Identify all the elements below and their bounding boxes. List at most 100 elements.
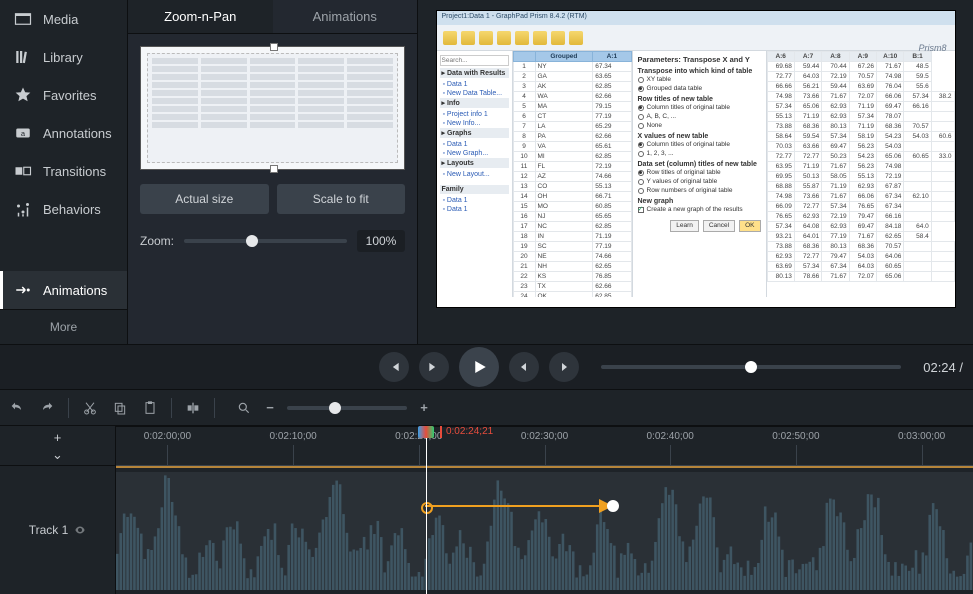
track-header[interactable]: Track 1 bbox=[0, 465, 115, 594]
tab-animations[interactable]: Animations bbox=[273, 0, 418, 33]
clip-track-1[interactable] bbox=[116, 472, 973, 590]
table-row[interactable]: 93.2164.0177.1971.6762.6558.4 bbox=[767, 232, 954, 242]
actual-size-button[interactable]: Actual size bbox=[140, 184, 269, 214]
back-button[interactable] bbox=[509, 352, 539, 382]
table-row[interactable]: 57.3465.0662.9371.1969.4766.16 bbox=[767, 102, 954, 112]
nav-section-header[interactable]: ▸ Graphs bbox=[440, 128, 509, 138]
learn-button[interactable]: Learn bbox=[670, 220, 699, 232]
table-row[interactable]: 57.3464.0862.9369.4784.1864.0 bbox=[767, 222, 954, 232]
radio-icon[interactable] bbox=[638, 142, 644, 148]
table-row[interactable]: 6CT77.19 bbox=[513, 112, 631, 122]
add-track-button[interactable]: + bbox=[0, 426, 115, 447]
table-row[interactable]: 3AK62.85 bbox=[513, 82, 631, 92]
prev-frame-button[interactable] bbox=[379, 352, 409, 382]
table-row[interactable]: 16NJ65.65 bbox=[513, 212, 631, 222]
radio-option[interactable]: Y values of original table bbox=[638, 177, 761, 186]
play-button[interactable] bbox=[459, 347, 499, 387]
radio-option[interactable]: None bbox=[638, 121, 761, 130]
sidebar-more[interactable]: More bbox=[0, 309, 127, 344]
scale-to-fit-button[interactable]: Scale to fit bbox=[277, 184, 406, 214]
timeline-area[interactable]: 0:02:24;21 0:02:00;000:02:10;000:02:20;0… bbox=[116, 426, 973, 594]
zoom-in-button[interactable]: + bbox=[415, 399, 433, 417]
nav-item[interactable]: ▫ New Info... bbox=[440, 119, 509, 128]
cancel-button[interactable]: Cancel bbox=[703, 220, 735, 232]
table-row[interactable]: 58.6459.5457.3458.1954.2354.0360.6 bbox=[767, 132, 954, 142]
animation-keyframe-arrow[interactable] bbox=[425, 505, 614, 507]
table-row[interactable]: 23TX62.66 bbox=[513, 282, 631, 292]
sidebar-item-transitions[interactable]: Transitions bbox=[0, 152, 127, 190]
table-row[interactable]: 69.6859.4470.4467.2671.6748.5 bbox=[767, 62, 954, 72]
zoom-value[interactable]: 100% bbox=[357, 230, 405, 252]
zoom-search-icon[interactable] bbox=[235, 399, 253, 417]
table-row[interactable]: 24OK62.85 bbox=[513, 292, 631, 298]
eye-icon[interactable] bbox=[74, 524, 86, 536]
nav-section-header[interactable]: ▸ Info bbox=[440, 98, 509, 108]
radio-option[interactable]: Column titles of original table bbox=[638, 140, 761, 149]
table-row[interactable]: 22KS76.85 bbox=[513, 272, 631, 282]
radio-option[interactable]: 1, 2, 3, ... bbox=[638, 149, 761, 158]
forward-button[interactable] bbox=[549, 352, 579, 382]
next-frame-button[interactable] bbox=[419, 352, 449, 382]
table-row[interactable]: 72.7764.0372.1970.5774.9859.5 bbox=[767, 72, 954, 82]
redo-button[interactable] bbox=[38, 399, 56, 417]
table-row[interactable]: 1NY67.34 bbox=[513, 62, 631, 72]
sidebar-item-animations[interactable]: Animations bbox=[0, 271, 127, 309]
table-row[interactable]: 5MA79.15 bbox=[513, 102, 631, 112]
undo-button[interactable] bbox=[8, 399, 26, 417]
nav-item[interactable]: ▫ New Data Table... bbox=[440, 89, 509, 98]
table-row[interactable]: 19SC77.19 bbox=[513, 242, 631, 252]
zoom-preview[interactable] bbox=[140, 46, 405, 170]
nav-item[interactable]: ▫ Project info 1 bbox=[440, 110, 509, 119]
table-row[interactable]: 17NC62.85 bbox=[513, 222, 631, 232]
table-row[interactable]: 20NE74.66 bbox=[513, 252, 631, 262]
sidebar-item-media[interactable]: Media bbox=[0, 0, 127, 38]
radio-icon[interactable] bbox=[638, 179, 644, 185]
radio-icon[interactable] bbox=[638, 77, 644, 83]
table-row[interactable]: 70.0363.6669.4756.2354.03 bbox=[767, 142, 954, 152]
radio-icon[interactable] bbox=[638, 170, 644, 176]
radio-option[interactable]: Grouped data table bbox=[638, 84, 761, 93]
radio-icon[interactable] bbox=[638, 105, 644, 111]
copy-button[interactable] bbox=[111, 399, 129, 417]
table-row[interactable]: 73.8868.3680.1368.3670.57 bbox=[767, 242, 954, 252]
table-row[interactable]: 2GA63.65 bbox=[513, 72, 631, 82]
nav-item[interactable]: ▫ New Layout... bbox=[440, 170, 509, 179]
radio-option[interactable]: Row numbers of original table bbox=[638, 186, 761, 195]
split-button[interactable] bbox=[184, 399, 202, 417]
table-row[interactable]: 4WA62.66 bbox=[513, 92, 631, 102]
table-row[interactable]: 13CO55.13 bbox=[513, 182, 631, 192]
collapse-track-button[interactable]: ⌄ bbox=[0, 447, 115, 465]
family-item[interactable]: ▫ Data 1 bbox=[440, 205, 509, 214]
table-row[interactable]: 55.1371.1962.9357.3478.07 bbox=[767, 112, 954, 122]
timeline-zoom-thumb[interactable] bbox=[329, 402, 341, 414]
table-row[interactable]: 21NH62.65 bbox=[513, 262, 631, 272]
table-row[interactable]: 11FL72.19 bbox=[513, 162, 631, 172]
nav-item[interactable]: ▫ Data 1 bbox=[440, 140, 509, 149]
table-row[interactable]: 9VA65.61 bbox=[513, 142, 631, 152]
table-row[interactable]: 10MI62.85 bbox=[513, 152, 631, 162]
table-row[interactable]: 72.7772.7750.2354.2365.0660.6533.0 bbox=[767, 152, 954, 162]
table-row[interactable]: 62.9372.7779.4754.0364.06 bbox=[767, 252, 954, 262]
table-row[interactable]: 63.9571.1971.6756.2374.98 bbox=[767, 162, 954, 172]
table-row[interactable]: 12AZ74.66 bbox=[513, 172, 631, 182]
tab-zoom-n-pan[interactable]: Zoom-n-Pan bbox=[128, 0, 273, 33]
table-row[interactable]: 80.1378.6671.6772.0765.06 bbox=[767, 272, 954, 282]
zoom-out-button[interactable]: − bbox=[261, 399, 279, 417]
sidebar-item-annotations[interactable]: a Annotations bbox=[0, 114, 127, 152]
table-row[interactable]: 66.0972.7757.3476.6567.34 bbox=[767, 202, 954, 212]
table-row[interactable]: 69.9550.1358.0555.1372.19 bbox=[767, 172, 954, 182]
radio-option[interactable]: Column titles of original table bbox=[638, 103, 761, 112]
nav-section-header[interactable]: ▸ Layouts bbox=[440, 158, 509, 168]
table-row[interactable]: 68.8855.8771.1962.9367.87 bbox=[767, 182, 954, 192]
radio-option[interactable]: Row titles of original table bbox=[638, 168, 761, 177]
radio-icon[interactable] bbox=[638, 86, 644, 92]
table-row[interactable]: 8PA62.66 bbox=[513, 132, 631, 142]
table-row[interactable]: 18IN71.19 bbox=[513, 232, 631, 242]
checkbox-icon[interactable] bbox=[638, 207, 644, 213]
search-input[interactable] bbox=[440, 55, 509, 66]
radio-icon[interactable] bbox=[638, 151, 644, 157]
sidebar-item-favorites[interactable]: Favorites bbox=[0, 76, 127, 114]
playhead[interactable] bbox=[426, 426, 427, 594]
cut-button[interactable] bbox=[81, 399, 99, 417]
radio-icon[interactable] bbox=[638, 123, 644, 129]
